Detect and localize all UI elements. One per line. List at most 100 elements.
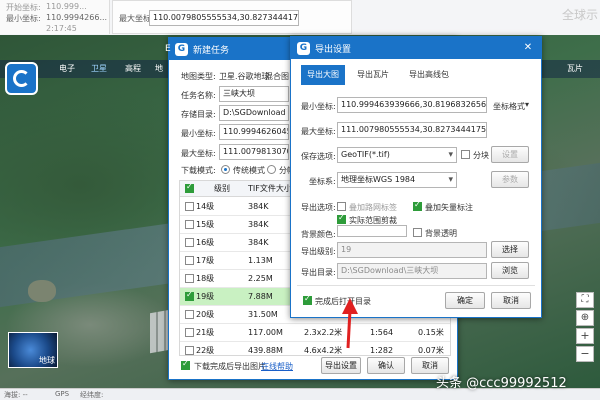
app-logo-icon: G xyxy=(175,42,188,56)
map-tab-elevation[interactable]: 高程 xyxy=(118,60,148,78)
row-level: 21级 xyxy=(196,328,215,337)
row-checkbox[interactable] xyxy=(185,346,194,355)
task-name-input[interactable]: 三峡大坝 xyxy=(219,86,289,102)
tab-export-contour-pack[interactable]: 导出高线包 xyxy=(401,65,457,85)
globe-icon xyxy=(13,70,30,87)
export-max-coord-label: 最大坐标: xyxy=(301,127,336,136)
app-logo-icon: G xyxy=(297,41,310,55)
export-dir-input[interactable]: D:\SGDownload\三峡大坝 xyxy=(337,263,487,279)
export-min-coord-input[interactable]: 110.999463939666,30.819683265686 xyxy=(337,97,487,113)
new-task-title: 新建任务 xyxy=(193,45,230,56)
row-checkbox[interactable] xyxy=(185,274,194,283)
row-size: 384K xyxy=(248,238,269,247)
browse-button[interactable]: 浏览 xyxy=(491,262,529,279)
left-background-panel: 开始坐标: 110.999... 最小坐标: 110.9994266... 2:… xyxy=(0,0,110,34)
row-checkbox[interactable] xyxy=(185,310,194,319)
row-level: 15级 xyxy=(196,220,215,229)
export-level-input[interactable]: 19 xyxy=(337,242,487,258)
tab-export-big-image[interactable]: 导出大图 xyxy=(301,65,345,85)
crs-label: 坐标系: xyxy=(309,177,336,186)
row-checkbox[interactable] xyxy=(185,290,194,301)
row-level: 18级 xyxy=(196,274,215,283)
task-max-coord-input[interactable]: 111.0079813070 29,30 xyxy=(219,144,289,160)
export-settings-button[interactable]: 导出设置 xyxy=(321,357,361,374)
export-max-coord-input[interactable]: 111.007980555534,30.827344417572 xyxy=(337,122,487,138)
settings-button[interactable]: 设置 xyxy=(491,146,529,163)
road-label-checkbox[interactable] xyxy=(337,202,346,211)
fullscreen-icon[interactable]: ⛶ xyxy=(576,292,594,308)
store-dir-input[interactable]: D:\SGDownload xyxy=(219,105,289,121)
online-help-link[interactable]: 在线帮助 xyxy=(261,361,293,372)
export-settings-titlebar[interactable]: G 导出设置 ✕ xyxy=(291,37,541,59)
export-cancel-button[interactable]: 取消 xyxy=(491,292,531,309)
coord-format-caret-icon: ▾ xyxy=(525,100,530,109)
export-ok-button[interactable]: 确定 xyxy=(445,292,485,309)
map-type-label: 地图类型: xyxy=(181,72,216,81)
clip-range-checkbox[interactable] xyxy=(337,213,346,224)
select-all-checkbox[interactable] xyxy=(185,182,194,193)
row-level: 16级 xyxy=(196,238,215,247)
row-checkbox[interactable] xyxy=(185,202,194,211)
export-after-download-checkbox[interactable] xyxy=(181,359,190,370)
row-col5: 0.15米 xyxy=(418,328,444,337)
watermark-text: 头条 @ccc99992512 xyxy=(436,376,567,391)
save-option-select[interactable]: GeoTIF(*.tif) xyxy=(337,147,457,163)
row-col5: 0.07米 xyxy=(418,346,444,355)
row-size: 1.13M xyxy=(248,256,273,265)
red-arrow-annotation xyxy=(342,298,358,349)
map-tab-tile[interactable]: 瓦片 xyxy=(560,60,590,78)
bg-color-swatch[interactable] xyxy=(337,225,407,237)
table-row[interactable]: 22级 439.88M 4.6x4.2米 1:282 0.07米 xyxy=(180,342,450,355)
save-option-label: 保存选项: xyxy=(301,152,336,161)
row-checkbox[interactable] xyxy=(185,220,194,229)
zoom-in-button[interactable]: + xyxy=(576,328,594,344)
row-checkbox[interactable] xyxy=(185,256,194,265)
open-dir-after-checkbox[interactable] xyxy=(303,294,312,305)
mode-traditional-radio[interactable] xyxy=(221,165,230,174)
row-checkbox[interactable] xyxy=(185,328,194,337)
col-level-header: 级别 xyxy=(214,184,230,193)
tab-export-tiles[interactable]: 导出瓦片 xyxy=(351,65,395,85)
task-min-coord-label: 最小坐标: xyxy=(181,129,216,138)
coord-format-dropdown[interactable]: 坐标格式 xyxy=(493,101,525,112)
zoom-controls: ⛶ ⊕ + − xyxy=(576,292,594,364)
choose-level-button[interactable]: 选择 xyxy=(491,241,529,258)
store-dir-label: 存储目录: xyxy=(181,110,216,119)
status-elevation: 海拔: -- xyxy=(4,391,28,399)
mode-tile-radio[interactable] xyxy=(267,165,276,174)
app-logo[interactable] xyxy=(5,62,38,95)
export-level-label: 导出级别: xyxy=(301,247,336,256)
map-tab-electronic[interactable]: 电子 xyxy=(52,60,82,78)
close-icon[interactable]: ✕ xyxy=(521,41,535,55)
table-row[interactable]: 21级 117.00M 2.3x2.2米 1:564 0.15米 xyxy=(180,324,450,342)
status-coords: 经纬度: xyxy=(80,391,104,399)
col-size-header: TIF文件大小 xyxy=(248,184,292,193)
map-tab-satellite[interactable]: 卫星 xyxy=(84,60,114,78)
crs-select[interactable]: 地理坐标WGS 1984 xyxy=(337,172,457,188)
overview-globe[interactable]: 地球 xyxy=(8,332,58,368)
task-min-coord-input[interactable]: 110.9994626045 22,30 xyxy=(219,124,289,140)
params-button[interactable]: 参数 xyxy=(491,171,529,188)
reset-view-icon[interactable]: ⊕ xyxy=(576,310,594,326)
tile-checkbox[interactable] xyxy=(461,150,470,159)
export-settings-dialog: G 导出设置 ✕ 导出大图 导出瓦片 导出高线包 最小坐标: 110.99946… xyxy=(290,36,542,318)
global-title-partial: 全球示 xyxy=(562,8,599,22)
vector-label-text: 叠加矢量标注 xyxy=(425,203,473,212)
mode-traditional-label: 传统模式 xyxy=(233,166,265,175)
row-col4: 1:564 xyxy=(370,328,394,337)
task-ok-button[interactable]: 确认 xyxy=(367,357,405,374)
row-size: 384K xyxy=(248,202,269,211)
map-tab-terrain[interactable]: 地 xyxy=(150,60,168,78)
bg-color-label: 背景颜色: xyxy=(301,230,336,239)
divider xyxy=(297,285,535,286)
task-max-coord-label: 最大坐标: xyxy=(181,149,216,158)
bg-value-1: 110.999... xyxy=(46,2,87,11)
zoom-out-button[interactable]: − xyxy=(576,346,594,362)
vector-label-checkbox[interactable] xyxy=(413,200,422,211)
bg-transparent-checkbox[interactable] xyxy=(413,228,422,237)
row-level: 19级 xyxy=(196,292,215,301)
row-checkbox[interactable] xyxy=(185,238,194,247)
export-dir-label: 导出目录: xyxy=(301,268,336,277)
bg-value-2: 110.9994266... xyxy=(46,13,108,22)
row-level: 22级 xyxy=(196,346,215,355)
